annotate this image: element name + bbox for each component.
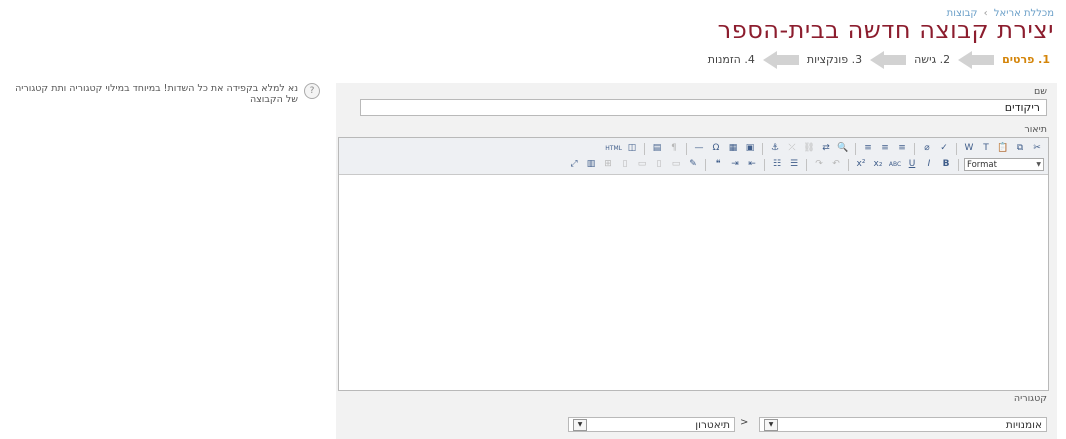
strikethrough-icon[interactable]: ABC [888, 158, 902, 171]
paste-icon[interactable]: 📋 [996, 142, 1010, 155]
unlink-icon[interactable]: ⤫ [785, 142, 799, 155]
find-icon[interactable]: 🔍 [836, 142, 850, 155]
toolbar-divider [914, 142, 915, 155]
underline-icon[interactable]: U [905, 158, 919, 171]
delete-row-icon[interactable]: ▭ [635, 158, 649, 171]
redo-icon[interactable]: ↷ [812, 158, 826, 171]
name-input[interactable]: ריקודים [360, 99, 1047, 116]
chevron-down-icon: ▼ [1036, 161, 1041, 168]
paste-text-icon[interactable]: T [979, 142, 993, 155]
category-select-value: אומנויות [1005, 418, 1042, 431]
page-title: יצירת קבוצה חדשה בבית-הספר [717, 16, 1054, 44]
category-label: קטגוריה [1013, 393, 1047, 404]
description-label: תיאור [1024, 124, 1047, 135]
toolbar-row-1: ✂ ⧉ 📋 T W ✓ ⌀ ≡ ≡ ≡ 🔍 ⇄ ⛓ ⤫ ⚓ ▣ ▦ Ω — ¶ … [343, 141, 1044, 156]
help-note: ? נא למלא בקפידה את כל השדות! במיוחד במי… [10, 83, 320, 105]
template-icon[interactable]: ▥ [584, 158, 598, 171]
step-arrow-icon [870, 50, 907, 69]
wizard-steps: 1. פרטים 2. גישה 3. פונקציות 4. הזמנות [704, 50, 1054, 69]
delete-column-icon[interactable]: ▯ [618, 158, 632, 171]
remove-format-icon[interactable]: ⌀ [920, 142, 934, 155]
html-source-icon[interactable]: HTML [605, 142, 622, 155]
question-icon: ? [304, 83, 320, 99]
undo-icon[interactable]: ↶ [829, 158, 843, 171]
toolbar-divider [644, 142, 645, 155]
toolbar-divider [705, 158, 706, 171]
chevron-down-icon[interactable]: ▼ [573, 418, 587, 431]
editor-toolbar: ✂ ⧉ 📋 T W ✓ ⌀ ≡ ≡ ≡ 🔍 ⇄ ⛓ ⤫ ⚓ ▣ ▦ Ω — ¶ … [339, 138, 1048, 175]
step-access[interactable]: 2. גישה [910, 50, 954, 69]
step-functions[interactable]: 3. פונקציות [803, 50, 866, 69]
subcategory-separator: > [740, 417, 749, 428]
step-details[interactable]: 1. פרטים [998, 50, 1054, 69]
fullscreen-icon[interactable]: ⤢ [567, 158, 581, 171]
align-right-icon[interactable]: ≡ [861, 142, 875, 155]
toolbar-divider [855, 142, 856, 155]
horizontal-rule-icon[interactable]: — [692, 142, 706, 155]
help-text: נא למלא בקפידה את כל השדות! במיוחד במילו… [15, 83, 298, 105]
outdent-icon[interactable]: ⇤ [745, 158, 759, 171]
cut-icon[interactable]: ✂ [1030, 142, 1044, 155]
toolbar-divider [956, 142, 957, 155]
anchor-icon[interactable]: ⚓ [768, 142, 782, 155]
toolbar-divider [764, 158, 765, 171]
subscript-icon[interactable]: x₂ [871, 158, 885, 171]
form-panel: שם ריקודים תיאור ✂ ⧉ 📋 T W ✓ ⌀ ≡ ≡ ≡ 🔍 ⇄… [336, 83, 1057, 439]
subcategory-select-value: תיאטרון [695, 418, 730, 431]
media-icon[interactable]: ▤ [650, 142, 664, 155]
subcategory-select[interactable]: תיאטרון ▼ [568, 417, 735, 432]
rich-text-editor[interactable]: ✂ ⧉ 📋 T W ✓ ⌀ ≡ ≡ ≡ 🔍 ⇄ ⛓ ⤫ ⚓ ▣ ▦ Ω — ¶ … [338, 137, 1049, 391]
bold-icon[interactable]: B [939, 158, 953, 171]
step-invitations[interactable]: 4. הזמנות [704, 50, 759, 69]
toolbar-divider [686, 142, 687, 155]
align-center-icon[interactable]: ≡ [878, 142, 892, 155]
format-select-label: Format [967, 159, 997, 170]
insert-column-icon[interactable]: ▯ [652, 158, 666, 171]
spellcheck-icon[interactable]: ✓ [937, 142, 951, 155]
align-left-icon[interactable]: ≡ [895, 142, 909, 155]
link-icon[interactable]: ⛓ [802, 142, 816, 155]
toolbar-row-2: Format ▼ B I U ABC x₂ x² ↶ ↷ ☰ ☷ ⇤ ⇥ ❝ ✎… [343, 157, 1044, 172]
format-select[interactable]: Format ▼ [964, 158, 1044, 171]
replace-icon[interactable]: ⇄ [819, 142, 833, 155]
blockquote-icon[interactable]: ❝ [711, 158, 725, 171]
toolbar-divider [762, 142, 763, 155]
italic-icon[interactable]: I [922, 158, 936, 171]
bullet-list-icon[interactable]: ☰ [787, 158, 801, 171]
name-label: שם [1033, 86, 1047, 97]
step-arrow-icon [762, 50, 799, 69]
indent-icon[interactable]: ⇥ [728, 158, 742, 171]
special-char-icon[interactable]: Ω [709, 142, 723, 155]
numbered-list-icon[interactable]: ☷ [770, 158, 784, 171]
direction-icon[interactable]: ¶ [667, 142, 681, 155]
toolbar-divider [806, 158, 807, 171]
category-select[interactable]: אומנויות ▼ [759, 417, 1047, 432]
image-icon[interactable]: ▣ [743, 142, 757, 155]
table-icon[interactable]: ▦ [726, 142, 740, 155]
toolbar-divider [958, 158, 959, 171]
copy-icon[interactable]: ⧉ [1013, 142, 1027, 155]
toolbar-divider [848, 158, 849, 171]
preview-icon[interactable]: ◫ [625, 142, 639, 155]
paste-word-icon[interactable]: W [962, 142, 976, 155]
merge-cells-icon[interactable]: ⊞ [601, 158, 615, 171]
insert-row-icon[interactable]: ▭ [669, 158, 683, 171]
step-arrow-icon [958, 50, 995, 69]
edit-icon[interactable]: ✎ [686, 158, 700, 171]
superscript-icon[interactable]: x² [854, 158, 868, 171]
chevron-down-icon[interactable]: ▼ [764, 418, 778, 431]
